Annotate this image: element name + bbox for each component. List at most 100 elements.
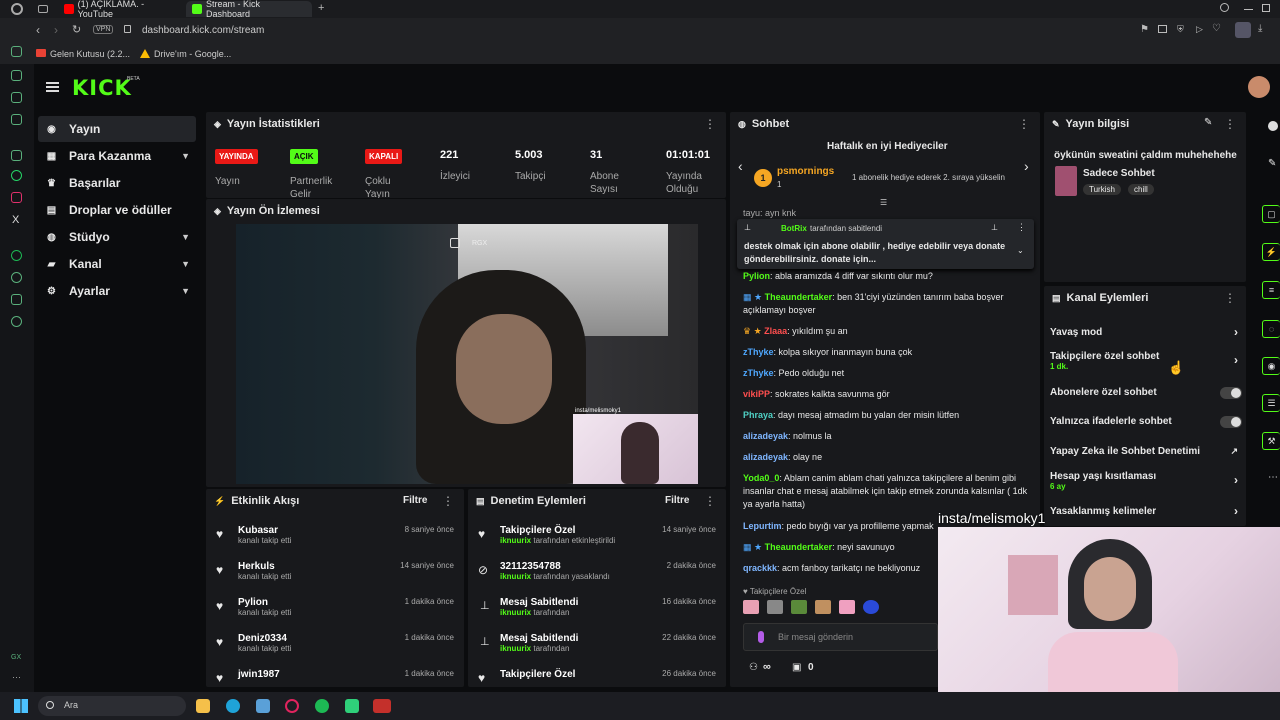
filter-button[interactable]: Filtre	[403, 495, 427, 506]
activity-user[interactable]: Herkuls	[238, 561, 291, 572]
tool-list-icon[interactable]: ≡	[1262, 281, 1280, 299]
sidebar-whatsapp-icon[interactable]	[11, 170, 22, 181]
more-options-icon[interactable]: ⋮	[1018, 117, 1030, 131]
vpn-badge[interactable]: VPN	[93, 25, 114, 34]
activity-user[interactable]: Deniz0334	[238, 633, 291, 644]
sidebar-messenger-icon[interactable]	[11, 114, 22, 125]
chat-username[interactable]: Phraya	[743, 410, 773, 420]
pencil-icon[interactable]: ✎	[1268, 158, 1276, 169]
chevron-right-icon[interactable]: ›	[1024, 158, 1029, 174]
file-explorer-icon[interactable]	[196, 699, 210, 713]
user-avatar[interactable]	[1248, 76, 1270, 98]
tool-more-icon[interactable]: ⋯	[1268, 472, 1278, 483]
sidebar-instagram-icon[interactable]	[11, 192, 22, 203]
nav-item-studyo[interactable]: ◍ Stüdyo ▼	[38, 224, 196, 250]
pinned-by[interactable]: BotRix	[781, 224, 807, 233]
tool-stack-icon[interactable]: ☰	[1262, 394, 1280, 412]
action-account-age[interactable]: Hesap yaşı kısıtlaması 6 ay ›	[1050, 471, 1246, 491]
chat-username[interactable]: zThyke	[743, 368, 774, 378]
action-followers-only[interactable]: Takipçilere özel sohbet 1 dk. ›	[1050, 351, 1246, 371]
nav-item-droplar[interactable]: ▤ Droplar ve ödüller	[38, 197, 196, 223]
heart-icon[interactable]: ♡	[1212, 23, 1221, 34]
chat-username[interactable]: Theaundertaker	[765, 292, 833, 302]
windows-start-icon[interactable]	[14, 699, 28, 713]
store-icon[interactable]	[256, 699, 270, 713]
download-icon[interactable]: ⤓	[1258, 23, 1262, 34]
nav-item-basarilar[interactable]: ♛ Başarılar	[38, 170, 196, 196]
tool-wrench-icon[interactable]: ⚒	[1262, 432, 1280, 450]
search-icon[interactable]	[1220, 3, 1229, 12]
emote-icon[interactable]	[815, 600, 831, 614]
info-icon[interactable]	[1268, 121, 1278, 131]
sidebar-chatgpt-icon[interactable]	[11, 150, 22, 161]
edge-icon[interactable]	[226, 699, 240, 713]
unpin-icon[interactable]: ⊥	[991, 223, 998, 232]
more-options-icon[interactable]: ⋮	[704, 117, 716, 131]
chevron-down-icon[interactable]: ⌄	[1017, 246, 1024, 255]
more-options-icon[interactable]: ⋮	[1224, 117, 1236, 131]
sidebar-gx-icon[interactable]: GX	[11, 654, 21, 661]
chat-username[interactable]: vikiPP	[743, 389, 770, 399]
sidebar-pencil-icon[interactable]	[11, 92, 22, 103]
tag[interactable]: chill	[1128, 184, 1154, 195]
points-icon[interactable]: ⚇	[749, 662, 758, 673]
opera-logo-icon[interactable]	[11, 3, 23, 15]
chat-username[interactable]: qrackkk	[743, 563, 777, 573]
sidebar-x-icon[interactable]: X	[12, 214, 19, 226]
tool-broadcast-icon[interactable]: ◉	[1262, 357, 1280, 375]
tag[interactable]: Turkish	[1083, 184, 1121, 195]
spotify-icon[interactable]	[315, 699, 329, 713]
emote-icon[interactable]	[791, 600, 807, 614]
chat-username[interactable]: Yoda0_0	[743, 473, 779, 483]
edit-icon[interactable]: ✎	[1204, 117, 1212, 128]
extensions-icon[interactable]: ▷	[1196, 24, 1203, 35]
chat-input[interactable]: Bir mesaj gönderin	[743, 623, 938, 651]
more-options-icon[interactable]: ⋮	[704, 494, 716, 508]
nav-item-yayin[interactable]: ◉ Yayın	[38, 116, 196, 142]
action-ai-moderation[interactable]: Yapay Zeka ile Sohbet Denetimi ↗	[1050, 446, 1246, 460]
mic-icon[interactable]	[758, 631, 764, 643]
sidebar-ai-icon[interactable]	[11, 46, 22, 57]
reload-icon[interactable]: ↻	[72, 23, 81, 36]
taskbar-search[interactable]: Ara	[38, 696, 186, 716]
tool-chat-icon[interactable]: ◌	[1262, 320, 1280, 338]
action-subs-only[interactable]: Abonelere özel sohbet	[1050, 387, 1246, 401]
more-options-icon[interactable]: ⋮	[1224, 291, 1236, 305]
emote-icon[interactable]	[863, 600, 879, 614]
gift-icon[interactable]: ▣	[792, 662, 801, 673]
maximize-icon[interactable]	[1262, 4, 1270, 12]
mod-by[interactable]: iknuurix	[500, 536, 531, 545]
sidebar-home-icon[interactable]	[11, 70, 22, 81]
menu-icon[interactable]	[46, 82, 59, 92]
shield-icon[interactable]: ⛨	[1177, 24, 1184, 35]
mod-by[interactable]: iknuurix	[500, 572, 531, 581]
chevron-left-icon[interactable]: ‹	[738, 158, 743, 174]
chat-username[interactable]: Zlaaa	[764, 326, 787, 336]
action-banned-words[interactable]: Yasaklanmış kelimeler ›	[1050, 504, 1246, 520]
sidebar-spotify-icon[interactable]	[11, 250, 22, 261]
nav-item-ayarlar[interactable]: ⚙ Ayarlar ▼	[38, 278, 196, 304]
chat-username[interactable]: zThyke	[743, 347, 774, 357]
opera-gx-icon[interactable]	[285, 699, 299, 713]
url-text[interactable]: dashboard.kick.com/stream	[142, 25, 264, 36]
tab-kick-dashboard[interactable]: Stream - Kick Dashboard	[186, 0, 312, 19]
bookmark-gmail[interactable]: Gelen Kutusu (2.2...	[50, 49, 130, 59]
chat-username[interactable]: alizadeyak	[743, 431, 788, 441]
more-options-icon[interactable]: ⋮	[442, 494, 454, 508]
kick-logo[interactable]: KICK	[72, 76, 132, 100]
filter-button[interactable]: Filtre	[665, 495, 689, 506]
activity-user[interactable]: Pylion	[238, 597, 291, 608]
emote-only-toggle[interactable]	[1220, 416, 1242, 428]
category-name[interactable]: Sadece Sohbet	[1083, 168, 1155, 179]
more-options-icon[interactable]: ⋮	[1017, 222, 1026, 233]
sidebar-cube-icon[interactable]	[11, 294, 22, 305]
stream-video[interactable]: RGX insta/melismoky1	[236, 224, 698, 484]
gifter-name[interactable]: psmornings	[777, 166, 834, 177]
chat-username[interactable]: Pylion	[743, 271, 770, 281]
action-emote-only[interactable]: Yalnızca ifadelerle sohbet	[1050, 416, 1246, 430]
mod-by[interactable]: iknuurix	[500, 644, 531, 653]
forward-icon[interactable]: ›	[54, 23, 58, 37]
nav-item-para-kazanma[interactable]: ▦ Para Kazanma ▼	[38, 143, 196, 169]
sidebar-history-icon[interactable]	[11, 272, 22, 283]
emote-icon[interactable]	[743, 600, 759, 614]
